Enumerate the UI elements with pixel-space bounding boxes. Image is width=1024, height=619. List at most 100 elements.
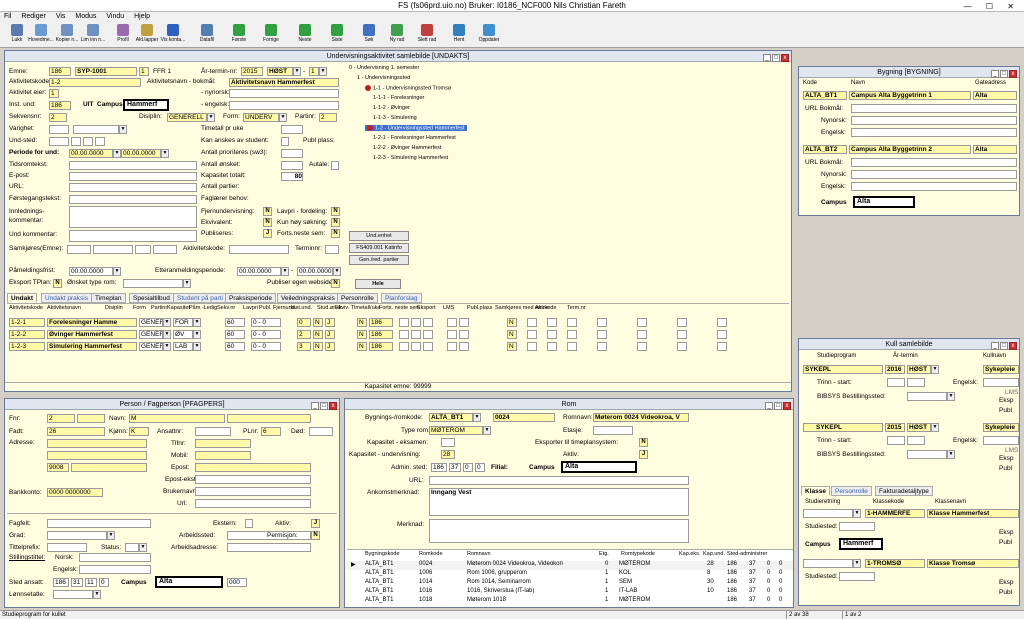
kull-navn-1[interactable]: Sykepleie bbox=[983, 365, 1019, 374]
toolbar-button-6[interactable]: Vis konta... bbox=[160, 24, 186, 43]
arbeidsadresse-field[interactable] bbox=[227, 543, 311, 552]
undakt-cell-empty[interactable] bbox=[527, 330, 537, 339]
varighet-field[interactable] bbox=[49, 125, 69, 134]
menu-fil[interactable]: Fil bbox=[4, 13, 11, 20]
rom-grid-row[interactable]: ALTA_BT1 1018 Møterom 1018 1 MØTEROM 186 37 0 0 bbox=[347, 597, 793, 606]
undakt-cell-publ[interactable]: J bbox=[325, 342, 335, 351]
sted-ansatt-e[interactable]: 000 bbox=[227, 578, 247, 587]
undakt-cell-empty[interactable] bbox=[597, 342, 607, 351]
permisjon-field[interactable]: N bbox=[311, 531, 320, 540]
ankomstmerknad-field[interactable]: Inngang Vest bbox=[429, 488, 689, 516]
disiplin-dropdown[interactable]: ▼ bbox=[207, 113, 215, 122]
undakt-disiplin-dropdown[interactable]: ▼ bbox=[163, 318, 171, 327]
undakt-cell-kode[interactable]: 1-2-2 bbox=[9, 330, 45, 339]
samkjores-field-2[interactable] bbox=[93, 245, 133, 254]
dod-field[interactable] bbox=[309, 427, 333, 436]
undakt-cell-forts[interactable]: N bbox=[507, 318, 517, 327]
forts-neste-field[interactable]: N bbox=[331, 229, 340, 238]
rom-grid-row[interactable]: ▶ ALTA_BT1 0024 Møterom 0024 Videokroa, Vid… bbox=[347, 561, 793, 570]
menu-vindu[interactable]: Vindu bbox=[106, 13, 124, 20]
tree-node[interactable]: 1-1 - Undervisningssted Tromsø bbox=[365, 85, 451, 91]
undakt-cell-empty[interactable] bbox=[637, 342, 647, 351]
hele-button[interactable]: Hele bbox=[355, 279, 401, 289]
fadt-field[interactable]: 26 bbox=[47, 427, 105, 436]
lonnsetatle-field[interactable] bbox=[53, 590, 93, 599]
publiser-egen-field[interactable]: N bbox=[331, 279, 340, 288]
plnr-field[interactable]: 6 bbox=[261, 427, 281, 436]
klasse-studiested-field-2[interactable] bbox=[839, 572, 875, 581]
undakt-cell-empty[interactable] bbox=[717, 318, 727, 327]
undakt-cell-lavpri[interactable]: N bbox=[313, 342, 323, 351]
kull-ar-2[interactable]: 2015 bbox=[885, 423, 905, 432]
undakt-cell-inst[interactable]: 186 bbox=[369, 330, 393, 339]
kull-trinn-field-2b[interactable] bbox=[907, 436, 925, 445]
undakt-cell-navn[interactable]: Simulering Hammerfest bbox=[47, 342, 137, 351]
bygning-navn-1[interactable]: Campus Alta Byggetrinn 1 bbox=[849, 91, 971, 100]
undakt-cell-empty[interactable] bbox=[447, 342, 457, 351]
varighet-unit-field[interactable] bbox=[73, 125, 119, 134]
sted-ansatt-c[interactable]: 11 bbox=[85, 578, 97, 587]
aktivitetsnavn-engelsk-field[interactable] bbox=[229, 101, 339, 110]
person-window-controls[interactable]: _ □ x bbox=[310, 400, 337, 411]
url-field[interactable] bbox=[69, 183, 197, 192]
undakt-cell-empty[interactable] bbox=[677, 330, 687, 339]
eksporter-field[interactable]: N bbox=[639, 438, 648, 447]
eksport-tplan-field[interactable]: N bbox=[53, 279, 62, 288]
forstegang-field[interactable] bbox=[69, 195, 197, 204]
kull-engelsk-field-2[interactable] bbox=[983, 436, 1019, 445]
onsket-type-rom-dropdown[interactable]: ▼ bbox=[183, 279, 191, 288]
undakts-tab[interactable]: Undakt praksis bbox=[41, 293, 92, 303]
klasse-kode-1[interactable]: 1-HAMMERFE bbox=[865, 509, 925, 518]
undakt-cell-navn[interactable]: Forelesninger Hamme bbox=[47, 318, 137, 327]
tree-node[interactable]: 1-1-3 - Simulering bbox=[373, 115, 417, 121]
stilling-engelsk-field[interactable] bbox=[79, 565, 151, 574]
und-enhet-button[interactable]: Und.enhet bbox=[349, 231, 409, 241]
stilling-norsk-field[interactable] bbox=[79, 553, 151, 562]
undakt-cell-empty[interactable] bbox=[447, 318, 457, 327]
etteranmelding-to-field[interactable]: 00.00.0000 bbox=[297, 267, 333, 276]
undakt-cell-sekv[interactable]: 0 bbox=[297, 318, 311, 327]
undakt-cell-sekv[interactable]: 2 bbox=[297, 330, 311, 339]
undakts-tab[interactable]: Planforslag bbox=[381, 293, 422, 303]
samkjores-field-3[interactable] bbox=[135, 245, 151, 254]
undakt-cell-empty[interactable] bbox=[399, 330, 409, 339]
rom-bygning-dropdown[interactable]: ▼ bbox=[473, 413, 481, 422]
type-rom-dropdown[interactable]: ▼ bbox=[483, 426, 491, 435]
undakts-tab[interactable]: Veiledningspraksis bbox=[277, 293, 339, 303]
klasse-studieretning-dropdown-1[interactable]: ▼ bbox=[853, 509, 861, 518]
undakt-cell-pam[interactable]: 0 - 0 bbox=[251, 318, 281, 327]
undakt-cell-pam[interactable]: 0 - 0 bbox=[251, 330, 281, 339]
fagfelt-field[interactable] bbox=[47, 519, 151, 528]
toolbar-button-14[interactable]: Slett rad bbox=[414, 24, 440, 43]
undakt-cell-empty[interactable] bbox=[547, 318, 557, 327]
epost-field-p[interactable] bbox=[195, 463, 311, 472]
undakt-cell-inst[interactable]: 186 bbox=[369, 342, 393, 351]
kull-bibsys-dropdown-1[interactable]: ▼ bbox=[947, 392, 955, 401]
ekstern-checkbox[interactable] bbox=[245, 519, 253, 528]
partinr-field[interactable]: 2 bbox=[319, 113, 337, 122]
bygning-engelsk-field-1[interactable] bbox=[851, 128, 1017, 137]
undakt-cell-kap[interactable]: 60 bbox=[225, 342, 245, 351]
undakt-cell-form[interactable]: FOR bbox=[173, 318, 193, 327]
undakt-cell-form[interactable]: ØV bbox=[173, 330, 193, 339]
periode-to-dropdown[interactable]: ▼ bbox=[161, 149, 169, 158]
undakt-cell-empty[interactable] bbox=[399, 318, 409, 327]
undakt-cell-empty[interactable] bbox=[527, 318, 537, 327]
toolbar-button-7[interactable]: Datafil bbox=[194, 24, 220, 43]
rom-window-controls[interactable]: _ □ x bbox=[764, 400, 791, 411]
kull-trinn-field-2[interactable] bbox=[887, 436, 905, 445]
undakt-cell-empty[interactable] bbox=[547, 342, 557, 351]
undakt-cell-disiplin[interactable]: GENER bbox=[139, 318, 163, 327]
bygning-gate-2[interactable]: Alta bbox=[973, 145, 1017, 154]
rom-grid-row[interactable]: ALTA_BT1 1014 Rom 1014, Seminarrom 1 SEM 30 18… bbox=[347, 579, 793, 588]
und-kommentar-field[interactable] bbox=[69, 230, 197, 242]
undakt-cell-empty[interactable] bbox=[459, 342, 469, 351]
undakt-cell-empty[interactable] bbox=[677, 318, 687, 327]
antall-prioriteres-field[interactable] bbox=[281, 149, 303, 158]
toolbar-button-4[interactable]: Profil bbox=[110, 24, 136, 43]
grad-dropdown[interactable]: ▼ bbox=[107, 531, 115, 540]
kull-trinn-field-1[interactable] bbox=[887, 378, 905, 387]
kun-hoy-field[interactable]: N bbox=[331, 218, 340, 227]
und-sted-field-3[interactable] bbox=[83, 137, 93, 146]
klasse-kode-2[interactable]: 1-TROMSØ bbox=[865, 559, 925, 568]
